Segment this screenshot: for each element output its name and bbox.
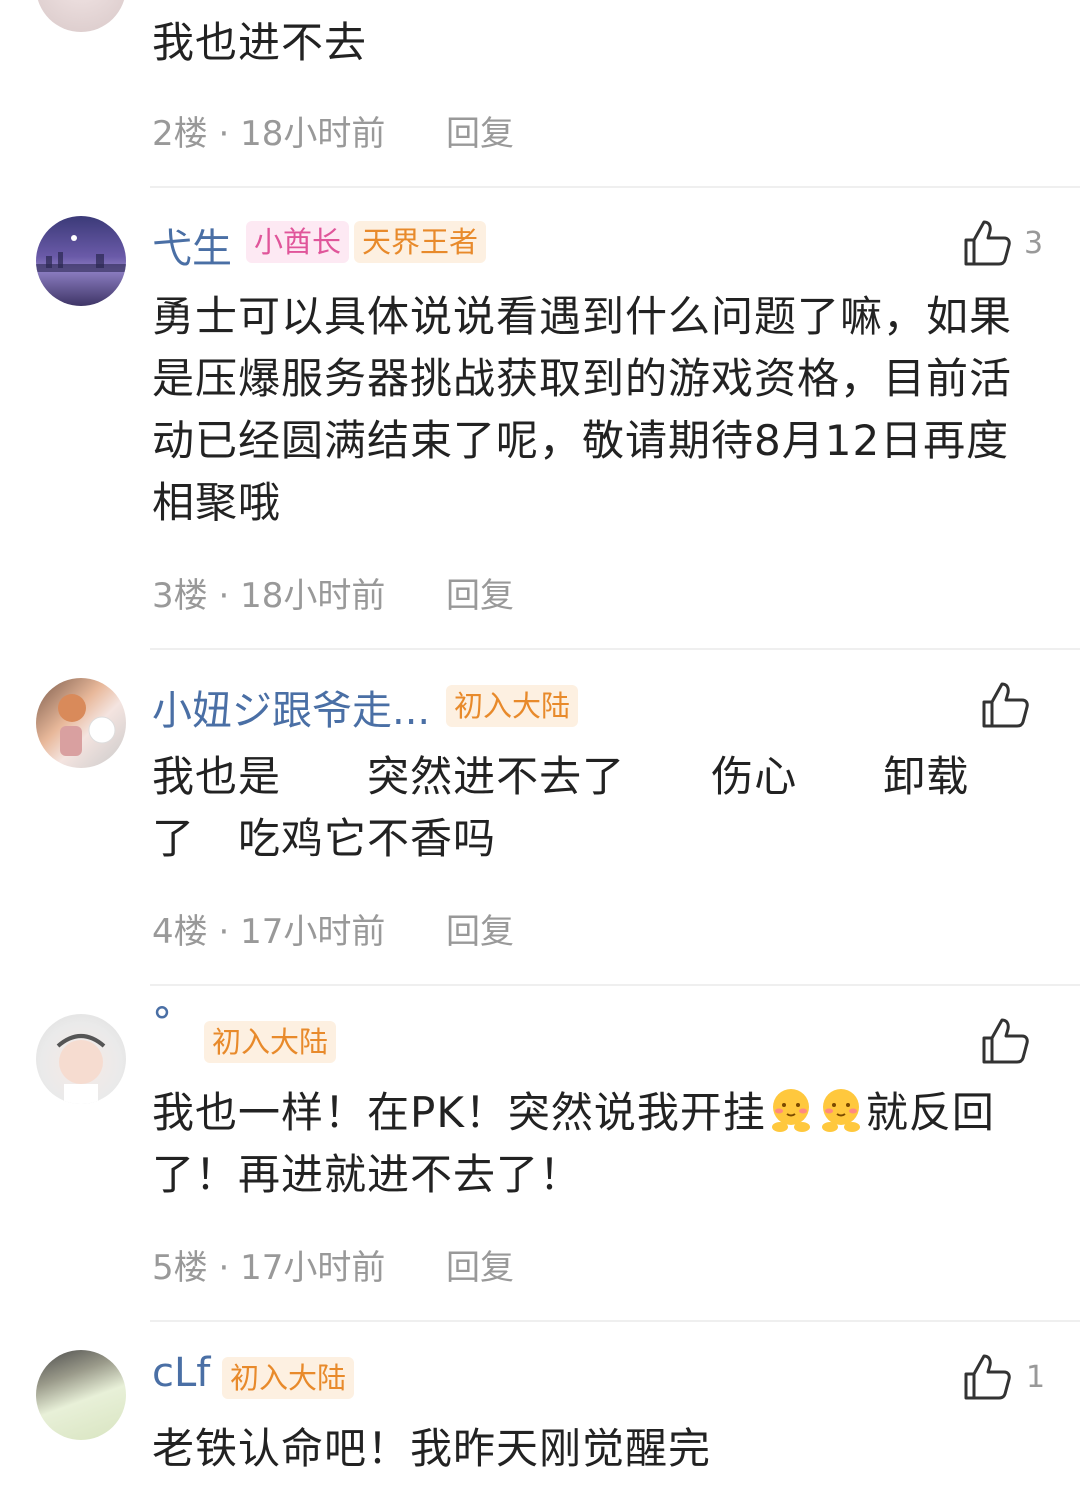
comment-meta: 3楼 · 18小时前 [152, 568, 385, 617]
reply-button[interactable]: 回复 [446, 568, 514, 617]
reply-button[interactable]: 回复 [446, 106, 514, 155]
comment-6: cLf 初入大陆 1 老铁认命吧！我昨天刚觉醒完 [0, 1322, 1080, 1508]
comment-text: 老铁认命吧！我昨天刚觉醒完 [152, 1424, 712, 1473]
comment-text: 我也进不去 [152, 18, 368, 67]
comment-text: 我也是 突然进不去了 伤心 卸载了 吃鸡它不香吗 [152, 752, 970, 863]
meta-separator: · [207, 1248, 241, 1288]
badge-title: 初入大陆 [446, 685, 579, 727]
badge-level: 小酋长 [246, 221, 350, 263]
like-count: 3 [1024, 226, 1044, 261]
badge-title: 初入大陆 [222, 1357, 355, 1399]
comment-2: 我也进不去 2楼 · 18小时前 回复 [0, 0, 1080, 188]
comment-text: 勇士可以具体说说看遇到什么问题了嘛，如果是压爆服务器挑战获取到的游戏资格，目前活… [152, 292, 1013, 527]
username[interactable]: 弋生 [152, 216, 232, 274]
thumbs-up-icon[interactable] [980, 1016, 1030, 1066]
avatar[interactable] [36, 678, 126, 768]
avatar-image [56, 1034, 106, 1104]
username[interactable]: cLf [152, 1350, 210, 1396]
username[interactable]: ° [152, 1000, 172, 1046]
badge-title: 天界王者 [354, 221, 487, 263]
avatar[interactable] [36, 1014, 126, 1104]
thumbs-up-icon[interactable] [980, 680, 1030, 730]
comment-5: ° 初入大陆 我也一样！在PK！突然说我开挂 就反回了！再进就进不去了！ 5楼 ·… [0, 986, 1080, 1322]
reply-button[interactable]: 回复 [446, 1240, 514, 1289]
floor-number: 3楼 [152, 576, 208, 616]
comment-meta: 4楼 · 17小时前 [152, 904, 385, 953]
meta-separator: · [207, 576, 241, 616]
comment-time: 18小时前 [240, 114, 386, 154]
meta-separator: · [207, 912, 241, 952]
comment-3: 弋生 小酋长 天界王者 3 勇士可以具体说说看遇到什么问题了嘛，如果是压爆服务器… [0, 188, 1080, 650]
avatar[interactable] [36, 0, 126, 32]
comment-meta: 5楼 · 17小时前 [152, 1240, 385, 1289]
avatar[interactable] [36, 1350, 126, 1440]
comment-text: 我也一样！在PK！突然说我开挂 就反回了！再进就进不去了！ [152, 1082, 1042, 1206]
comment-4: 小妞ジ跟爷走... 初入大陆 我也是 突然进不去了 伤心 卸载了 吃鸡它不香吗 … [0, 650, 1080, 986]
badge-title: 初入大陆 [204, 1021, 337, 1063]
avatar[interactable] [36, 216, 126, 306]
comment-text-part: 我也一样！在PK！突然说我开挂 [152, 1088, 766, 1137]
thumbs-up-icon[interactable] [962, 1352, 1012, 1402]
comment-meta: 2楼 · 18小时前 [152, 106, 385, 155]
comment-time: 17小时前 [240, 1248, 386, 1288]
floor-number: 2楼 [152, 114, 208, 154]
comment-time: 17小时前 [240, 912, 386, 952]
shy-face-emoji-icon [821, 1089, 860, 1132]
like-count: 1 [1026, 1360, 1046, 1395]
comment-time: 18小时前 [240, 576, 386, 616]
floor-number: 5楼 [152, 1248, 208, 1288]
thumbs-up-icon[interactable] [962, 218, 1012, 268]
meta-separator: · [207, 114, 241, 154]
reply-button[interactable]: 回复 [446, 904, 514, 953]
avatar-image [36, 235, 126, 272]
floor-number: 4楼 [152, 912, 208, 952]
username[interactable]: 小妞ジ跟爷走... [152, 678, 430, 736]
avatar-image [58, 694, 116, 756]
shy-face-emoji-icon [771, 1089, 810, 1132]
